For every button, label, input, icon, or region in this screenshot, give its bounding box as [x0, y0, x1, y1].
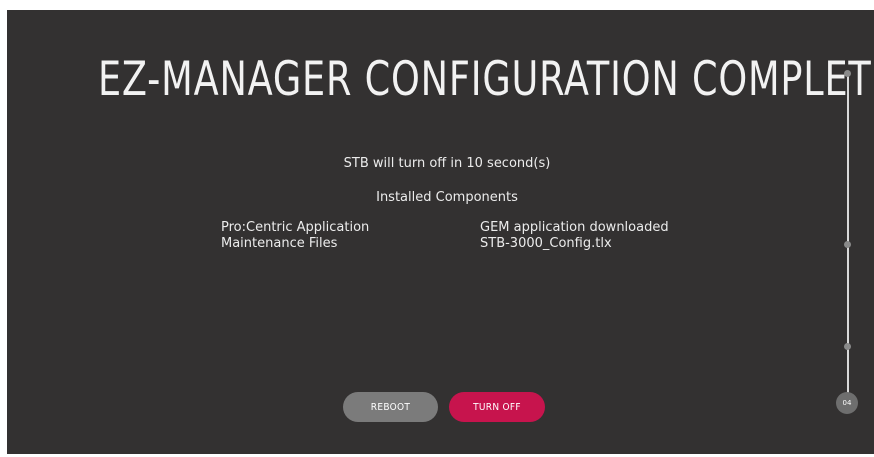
configuration-complete-screen: EZ-MANAGER CONFIGURATION COMPLETE STB wi… [7, 10, 874, 454]
current-step-indicator: 04 [836, 392, 858, 414]
component-label-procentric: Pro:Centric Application [221, 220, 370, 235]
component-label-maintenance: Maintenance Files [221, 236, 338, 251]
installed-components-heading: Installed Components [376, 190, 518, 205]
reboot-button[interactable]: REBOOT [343, 392, 438, 422]
page-title: EZ-MANAGER CONFIGURATION COMPLETE [97, 52, 874, 107]
step-dot-3 [844, 343, 851, 350]
turn-off-button[interactable]: TURN OFF [449, 392, 545, 422]
step-dot-1 [844, 70, 851, 77]
component-value-maintenance: STB-3000_Config.tlx [480, 236, 612, 251]
component-value-procentric: GEM application downloaded [480, 220, 669, 235]
countdown-message: STB will turn off in 10 second(s) [343, 156, 551, 171]
step-dot-2 [844, 241, 851, 248]
